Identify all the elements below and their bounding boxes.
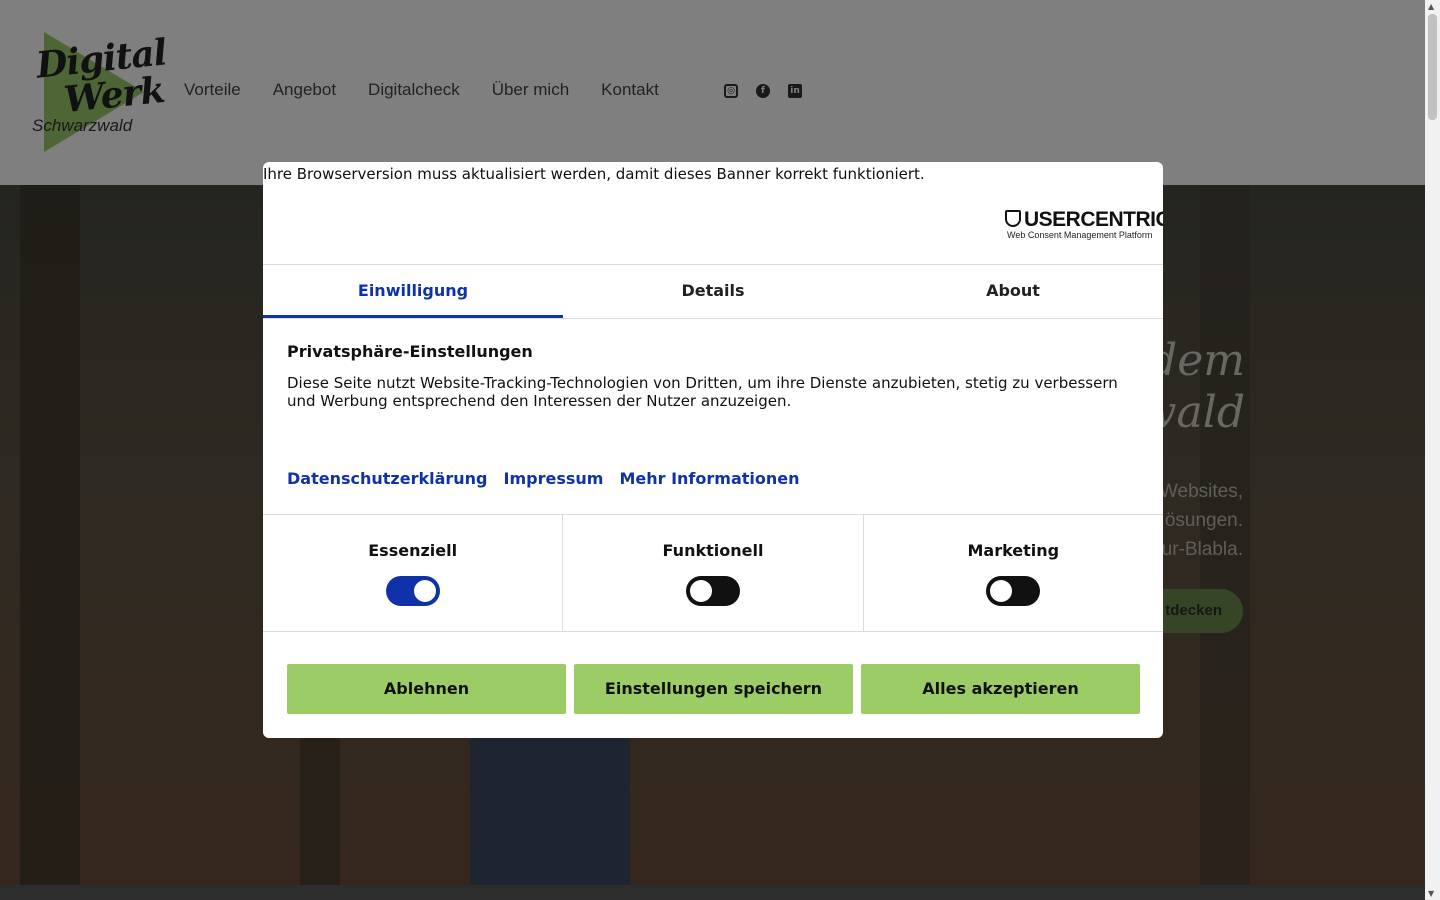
usercentrics-logo: USERCENTRICS Web Consent Management Plat… <box>1005 208 1163 242</box>
category-funktionell: Funktionell <box>563 515 864 631</box>
consent-description: Diese Seite nutzt Website-Tracking-Techn… <box>287 374 1118 410</box>
essenziell-toggle[interactable] <box>385 576 440 606</box>
tab-einwilligung[interactable]: Einwilligung <box>263 265 563 318</box>
category-label: Essenziell <box>368 541 458 560</box>
toggle-knob <box>689 580 712 602</box>
usercentrics-brand: USERCENTRICS <box>1024 208 1163 231</box>
toggle-knob <box>413 580 436 602</box>
shield-icon <box>1005 210 1021 227</box>
tab-about[interactable]: About <box>863 265 1163 318</box>
marketing-toggle[interactable] <box>986 576 1041 606</box>
category-label: Marketing <box>967 541 1060 560</box>
imprint-link[interactable]: Impressum <box>504 469 604 488</box>
tab-details[interactable]: Details <box>563 265 863 318</box>
category-label: Funktionell <box>662 541 764 560</box>
consent-heading: Privatsphäre-Einstellungen <box>287 342 533 361</box>
accept-all-button[interactable]: Alles akzeptieren <box>861 664 1140 714</box>
consent-dialog: Ihre Browserversion muss aktualisiert we… <box>263 162 1163 738</box>
consent-tabs: Einwilligung Details About <box>263 264 1163 319</box>
deny-button[interactable]: Ablehnen <box>287 664 566 714</box>
scroll-down-arrow-icon[interactable]: ▼ <box>1428 889 1434 898</box>
toggle-knob <box>990 580 1013 602</box>
privacy-policy-link[interactable]: Datenschutzerklärung <box>287 469 488 488</box>
page-scrollbar[interactable]: ▲ ▼ <box>1425 0 1440 900</box>
consent-links: Datenschutzerklärung Impressum Mehr Info… <box>287 469 800 488</box>
funktionell-toggle[interactable] <box>685 576 740 606</box>
browser-warning: Ihre Browserversion muss aktualisiert we… <box>263 165 925 183</box>
consent-categories: Essenziell Funktionell Marketing <box>263 514 1163 632</box>
category-marketing: Marketing <box>864 515 1163 631</box>
consent-buttons: Ablehnen Einstellungen speichern Alles a… <box>287 664 1140 714</box>
more-info-link[interactable]: Mehr Informationen <box>619 469 799 488</box>
consent-content: Privatsphäre-Einstellungen Diese Seite n… <box>287 342 1139 410</box>
save-settings-button[interactable]: Einstellungen speichern <box>574 664 853 714</box>
scrollbar-thumb[interactable] <box>1428 14 1437 120</box>
scroll-up-arrow-icon[interactable]: ▲ <box>1428 2 1434 11</box>
usercentrics-subtitle: Web Consent Management Platform <box>1007 230 1153 240</box>
category-essenziell: Essenziell <box>263 515 564 631</box>
